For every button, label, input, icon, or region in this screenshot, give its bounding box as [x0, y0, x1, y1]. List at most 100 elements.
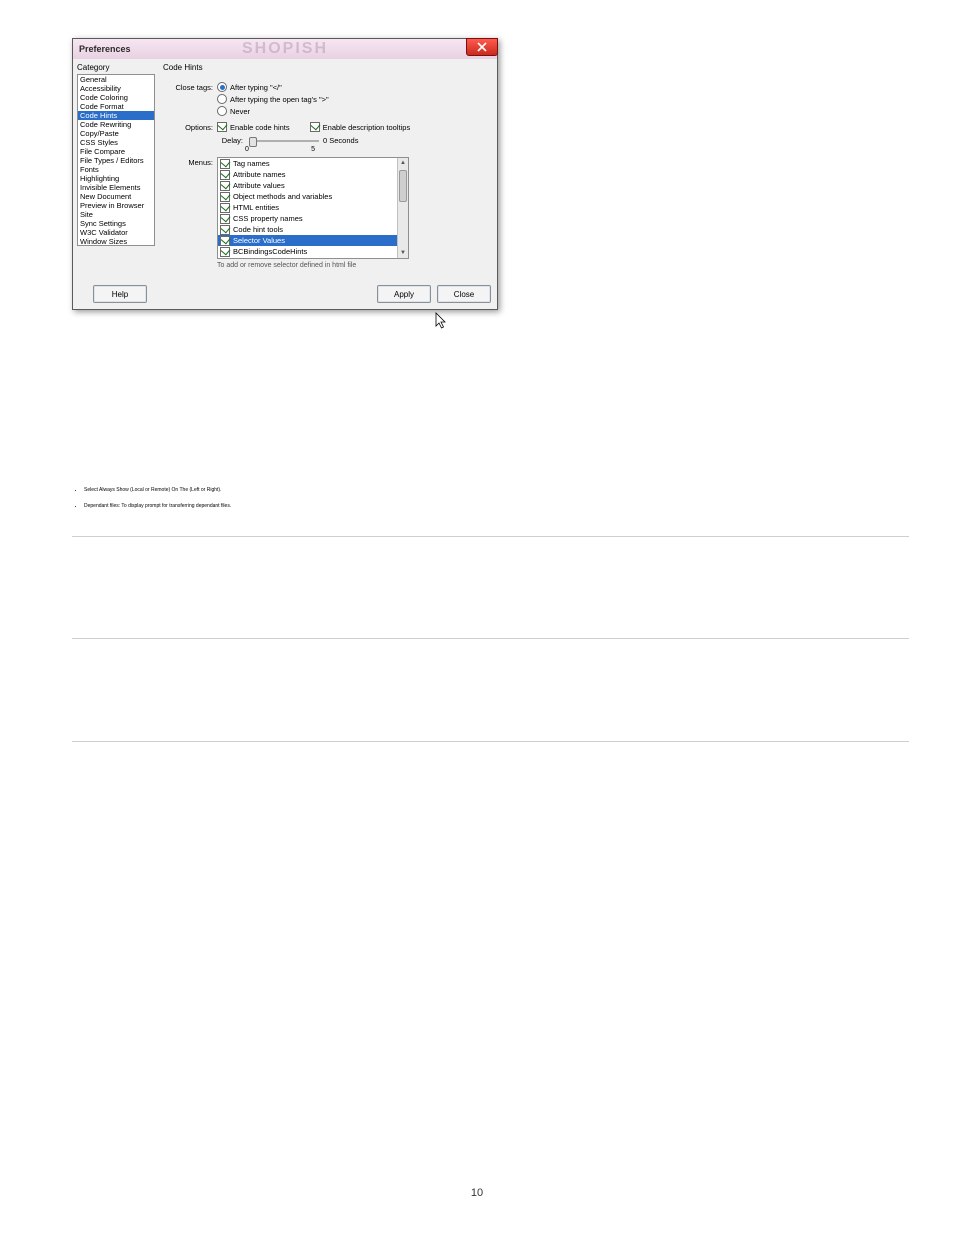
checkbox-icon — [220, 236, 230, 246]
watermark: SHOPISH — [73, 40, 497, 58]
bullet-item: Dependant files: To display prompt for t… — [84, 502, 909, 510]
section-heading: CONNECT TO OR DISCONNECT FROM A REMOTE F… — [72, 565, 909, 586]
checkbox-icon — [220, 192, 230, 202]
list-item-label: BCBindingsCodeHints — [233, 246, 307, 257]
category-item[interactable]: File Types / Editors — [78, 156, 154, 165]
list-item-label: HTML entities — [233, 202, 279, 213]
checkbox-icon — [220, 159, 230, 169]
category-item-selected[interactable]: Code Hints — [78, 111, 154, 120]
radio-label: After typing the open tag's ">" — [230, 95, 329, 104]
checkbox-icon — [220, 203, 230, 213]
section-paragraph: Select Edit > Preferences (Windows) or D… — [72, 455, 909, 476]
list-item[interactable]: Code hint tools — [218, 224, 398, 235]
category-item[interactable]: Accessibility — [78, 84, 154, 93]
checkbox-icon — [220, 170, 230, 180]
radio-after-close-slash[interactable]: After typing "</" — [217, 82, 491, 92]
cursor-icon — [435, 312, 449, 330]
section-paragraph: Use Files panel to create or delete file… — [72, 694, 909, 715]
check-enable-desc-tooltips[interactable]: Enable description tooltips — [310, 122, 411, 132]
check-label: Enable description tooltips — [323, 123, 411, 132]
radio-icon — [217, 94, 227, 104]
radio-icon — [217, 106, 227, 116]
category-item[interactable]: CSS Styles — [78, 138, 154, 147]
category-item[interactable]: Code Rewriting — [78, 120, 154, 129]
category-item[interactable]: Sync Settings — [78, 219, 154, 228]
list-item[interactable]: Tag names — [218, 158, 398, 169]
dialog-buttons: Help Apply Close — [73, 279, 497, 309]
radio-icon — [217, 82, 227, 92]
section-paragraph: Use Files panel to connect to remote fol… — [72, 591, 909, 612]
category-item[interactable]: New Document — [78, 192, 154, 201]
list-item-label: Code hint tools — [233, 224, 283, 235]
scrollbar[interactable]: ▲ ▼ — [397, 158, 408, 258]
category-item[interactable]: Window Sizes — [78, 237, 154, 246]
category-item[interactable]: File Compare — [78, 147, 154, 156]
tick-max: 5 — [311, 146, 315, 153]
radio-label: After typing "</" — [230, 83, 282, 92]
options-label: Options: — [163, 122, 217, 132]
category-item[interactable]: Preview in Browser — [78, 201, 154, 210]
bullet-item: Select Always Show (Local or Remote) On … — [84, 486, 909, 494]
scroll-down-icon[interactable]: ▼ — [398, 248, 408, 258]
divider — [72, 536, 909, 537]
category-list[interactable]: General Accessibility Code Coloring Code… — [77, 74, 155, 246]
apply-button[interactable]: Apply — [377, 285, 431, 303]
title-bar: Preferences SHOPISH — [73, 39, 497, 59]
category-item[interactable]: W3C Validator — [78, 228, 154, 237]
close-button[interactable]: Close — [437, 285, 491, 303]
list-item[interactable]: HTML entities — [218, 202, 398, 213]
preferences-dialog: Preferences SHOPISH Category General Acc… — [72, 38, 498, 310]
scroll-up-icon[interactable]: ▲ — [398, 158, 408, 168]
menus-hint: To add or remove selector defined in htm… — [217, 262, 491, 269]
tick-min: 0 — [245, 146, 249, 153]
checkbox-icon — [310, 122, 320, 132]
category-item[interactable]: Code Format — [78, 102, 154, 111]
divider — [72, 741, 909, 742]
close-window-button[interactable] — [466, 38, 498, 56]
list-item[interactable]: Attribute names — [218, 169, 398, 180]
category-heading: Category — [77, 63, 155, 72]
list-item[interactable]: Attribute values — [218, 180, 398, 191]
list-item[interactable]: CSS property names — [218, 213, 398, 224]
check-enable-code-hints[interactable]: Enable code hints — [217, 122, 290, 132]
list-item-label: Attribute values — [233, 180, 285, 191]
page-number: 10 — [0, 1187, 954, 1199]
radio-never[interactable]: Never — [217, 106, 491, 116]
checkbox-icon — [220, 181, 230, 191]
checkbox-icon — [220, 247, 230, 257]
category-item[interactable]: Fonts — [78, 165, 154, 174]
menus-label: Menus: — [163, 157, 217, 167]
panel-title: Code Hints — [163, 63, 491, 72]
divider — [72, 638, 909, 639]
checkbox-icon — [220, 214, 230, 224]
section-heading: CREATE AND DELETE FILES AND FOLDERS — [72, 667, 909, 688]
category-item[interactable]: Invisible Elements — [78, 183, 154, 192]
list-item-label: Selector Values — [233, 235, 285, 246]
list-item-selected[interactable]: Selector Values — [218, 235, 398, 246]
check-label: Enable code hints — [230, 123, 290, 132]
category-item[interactable]: Code Coloring — [78, 93, 154, 102]
category-item[interactable]: Highlighting — [78, 174, 154, 183]
category-item[interactable]: Copy/Paste — [78, 129, 154, 138]
delay-slider[interactable] — [249, 140, 319, 142]
list-item-label: CSS property names — [233, 213, 303, 224]
section-heading: SET SITE PREFERENCES FOR TRANSFERRING FI… — [72, 428, 909, 449]
scroll-thumb[interactable] — [399, 170, 407, 202]
checkbox-icon — [220, 225, 230, 235]
close-icon — [477, 42, 487, 52]
radio-after-open-tag[interactable]: After typing the open tag's ">" — [217, 94, 491, 104]
delay-label: Delay: — [217, 136, 245, 145]
window-title: Preferences — [79, 44, 131, 54]
category-item[interactable]: General — [78, 75, 154, 84]
list-item-label: Tag names — [233, 158, 270, 169]
category-item[interactable]: Site — [78, 210, 154, 219]
radio-label: Never — [230, 107, 250, 116]
list-item-label: Object methods and variables — [233, 191, 332, 202]
help-button[interactable]: Help — [93, 285, 147, 303]
menus-listbox[interactable]: Tag names Attribute names Attribute valu… — [217, 157, 409, 259]
list-item[interactable]: BCBindingsCodeHints — [218, 246, 398, 257]
document-body: SET SITE PREFERENCES FOR TRANSFERRING FI… — [72, 400, 909, 748]
list-item[interactable]: Object methods and variables — [218, 191, 398, 202]
close-tags-label: Close tags: — [163, 82, 217, 92]
list-item-label: Attribute names — [233, 169, 286, 180]
